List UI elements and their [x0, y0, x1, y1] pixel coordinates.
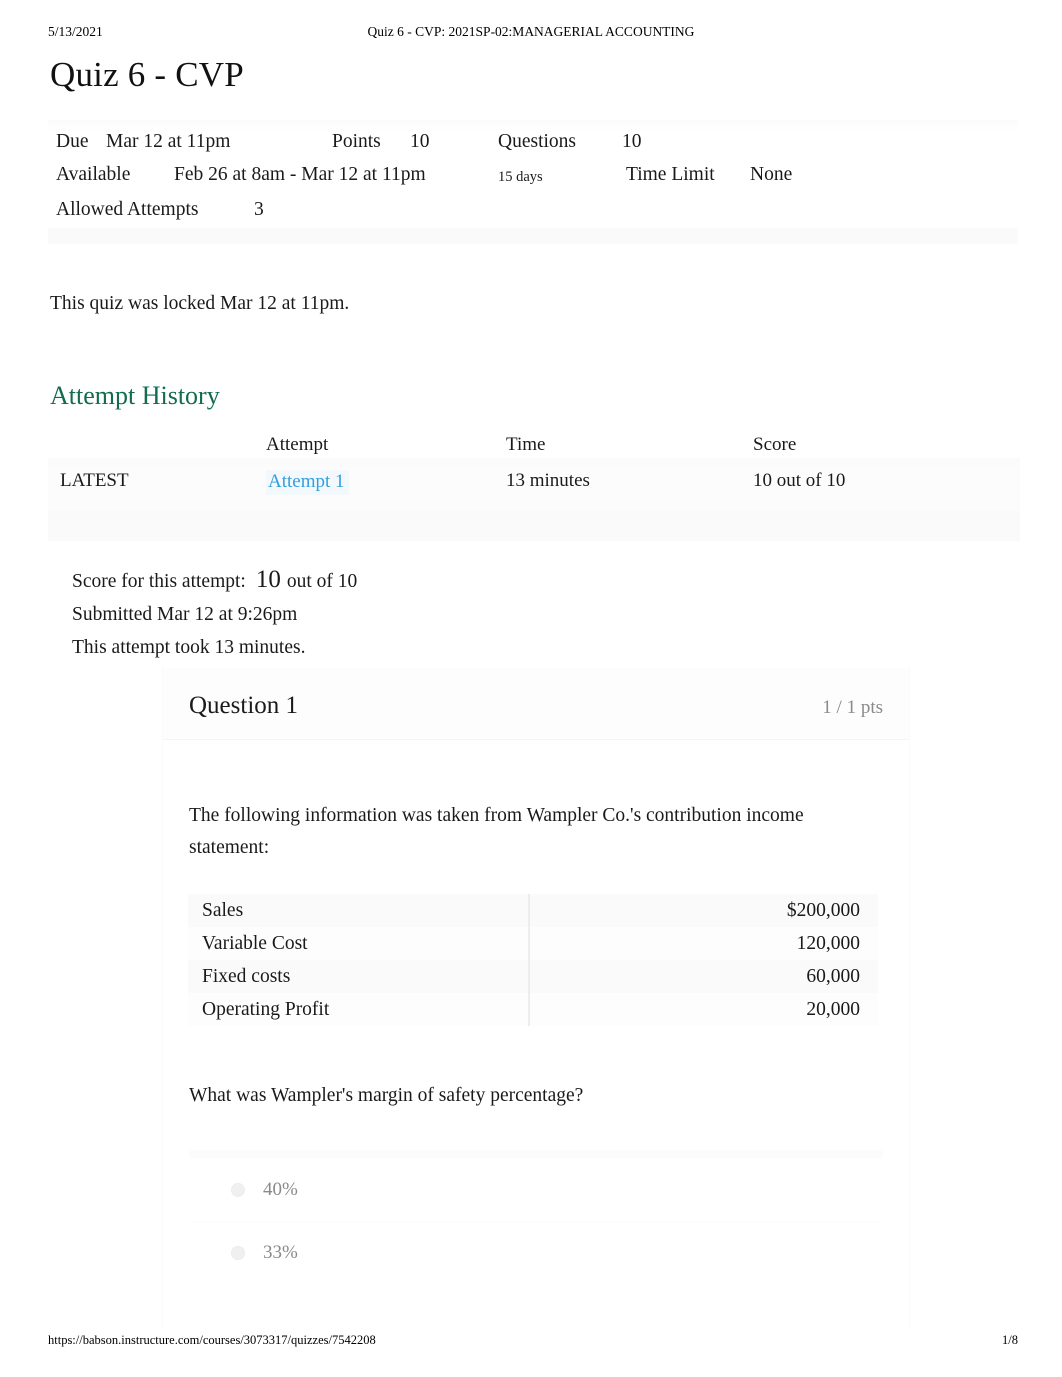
- contribution-income-table: Sales $200,000 Variable Cost 120,000 Fix…: [188, 894, 878, 1026]
- quiz-locked-note: This quiz was locked Mar 12 at 11pm.: [50, 293, 350, 314]
- attempt-time: 13 minutes: [506, 470, 590, 491]
- footer-page-number: 1/8: [1002, 1333, 1018, 1347]
- table-footer-band: [48, 511, 1020, 541]
- score-line: Score for this attempt: 10 out of 10: [72, 563, 357, 598]
- points-label: Points: [332, 131, 381, 152]
- table-row: LATEST Attempt 1 13 minutes 10 out of 10: [48, 467, 1020, 511]
- latest-badge: LATEST: [60, 470, 129, 491]
- row-label: Operating Profit: [202, 998, 330, 1020]
- score-summary: Score for this attempt: 10 out of 10 Submi…: [72, 563, 357, 664]
- due-value: Mar 12 at 11pm: [106, 131, 231, 152]
- answer-label: 33%: [263, 1242, 298, 1263]
- radio-button-icon[interactable]: [231, 1182, 245, 1197]
- column-header-time: Time: [506, 434, 546, 455]
- score-label: Score for this attempt:: [72, 571, 246, 592]
- attempt-history-table: Attempt Time Score LATEST Attempt 1 13 m…: [48, 434, 1020, 541]
- footer-url: https://babson.instructure.com/courses/3…: [48, 1333, 376, 1347]
- radio-button-icon[interactable]: [231, 1246, 245, 1260]
- table-row: Operating Profit 20,000: [188, 993, 878, 1026]
- row-label: Fixed costs: [202, 965, 291, 987]
- available-label: Available: [56, 164, 131, 185]
- question-intro-text: The following information was taken from…: [189, 805, 804, 858]
- meta-bottom-divider: [48, 228, 1018, 244]
- table-row: Fixed costs 60,000: [188, 960, 878, 993]
- duration-line: This attempt took 13 minutes.: [72, 637, 306, 658]
- score-value: 10: [255, 566, 281, 593]
- question-body: The following information was taken from…: [163, 740, 909, 864]
- due-label: Due: [56, 131, 89, 152]
- points-value: 10: [410, 131, 430, 152]
- row-value: 60,000: [806, 965, 860, 987]
- table-header-row: Attempt Time Score: [48, 434, 1020, 467]
- question-prompt: What was Wampler's margin of safety perc…: [189, 1085, 584, 1106]
- submitted-line: Submitted Mar 12 at 9:26pm: [72, 604, 298, 625]
- time-limit-label: Time Limit: [626, 164, 715, 185]
- quiz-meta-box: Due Mar 12 at 11pm Points 10 Questions 1…: [48, 120, 1018, 248]
- attempt-history-heading: Attempt History: [50, 381, 220, 410]
- answer-options: 40% 33%: [189, 1150, 883, 1284]
- allowed-attempts-value: 3: [254, 199, 264, 220]
- row-label: Variable Cost: [202, 932, 308, 954]
- page-title: Quiz 6 - CVP: [50, 55, 244, 94]
- attempt-score: 10 out of 10: [753, 470, 846, 491]
- row-value: 120,000: [796, 932, 860, 954]
- time-limit-value: None: [750, 164, 793, 185]
- row-value: $200,000: [786, 899, 860, 921]
- question-header: Question 1 1 / 1 pts: [163, 668, 909, 740]
- print-footer: https://babson.instructure.com/courses/3…: [0, 1333, 1062, 1351]
- answer-option[interactable]: 40%: [189, 1158, 883, 1221]
- row-label: Sales: [202, 899, 244, 921]
- available-value: Feb 26 at 8am - Mar 12 at 11pm: [174, 164, 426, 185]
- print-header: 5/13/2021 Quiz 6 - CVP: 2021SP-02:MANAGE…: [0, 22, 1062, 42]
- questions-value: 10: [622, 131, 642, 152]
- attempt-link[interactable]: Attempt 1: [266, 470, 349, 495]
- column-header-attempt: Attempt: [266, 434, 329, 455]
- answer-label: 40%: [263, 1178, 298, 1200]
- answer-list-divider: [189, 1150, 883, 1158]
- score-out-of: out of 10: [286, 571, 358, 592]
- row-value: 20,000: [806, 998, 860, 1020]
- questions-label: Questions: [498, 131, 576, 152]
- table-row: Variable Cost 120,000: [188, 927, 878, 960]
- table-row: Sales $200,000: [188, 894, 878, 927]
- answer-option[interactable]: 33%: [189, 1221, 883, 1284]
- available-duration: 15 days: [498, 169, 543, 185]
- question-title: Question 1: [189, 692, 299, 719]
- print-document-title: Quiz 6 - CVP: 2021SP-02:MANAGERIAL ACCOU…: [367, 24, 695, 39]
- column-header-score: Score: [753, 434, 797, 455]
- allowed-attempts-label: Allowed Attempts: [56, 199, 199, 220]
- question-points: 1 / 1 pts: [822, 697, 883, 718]
